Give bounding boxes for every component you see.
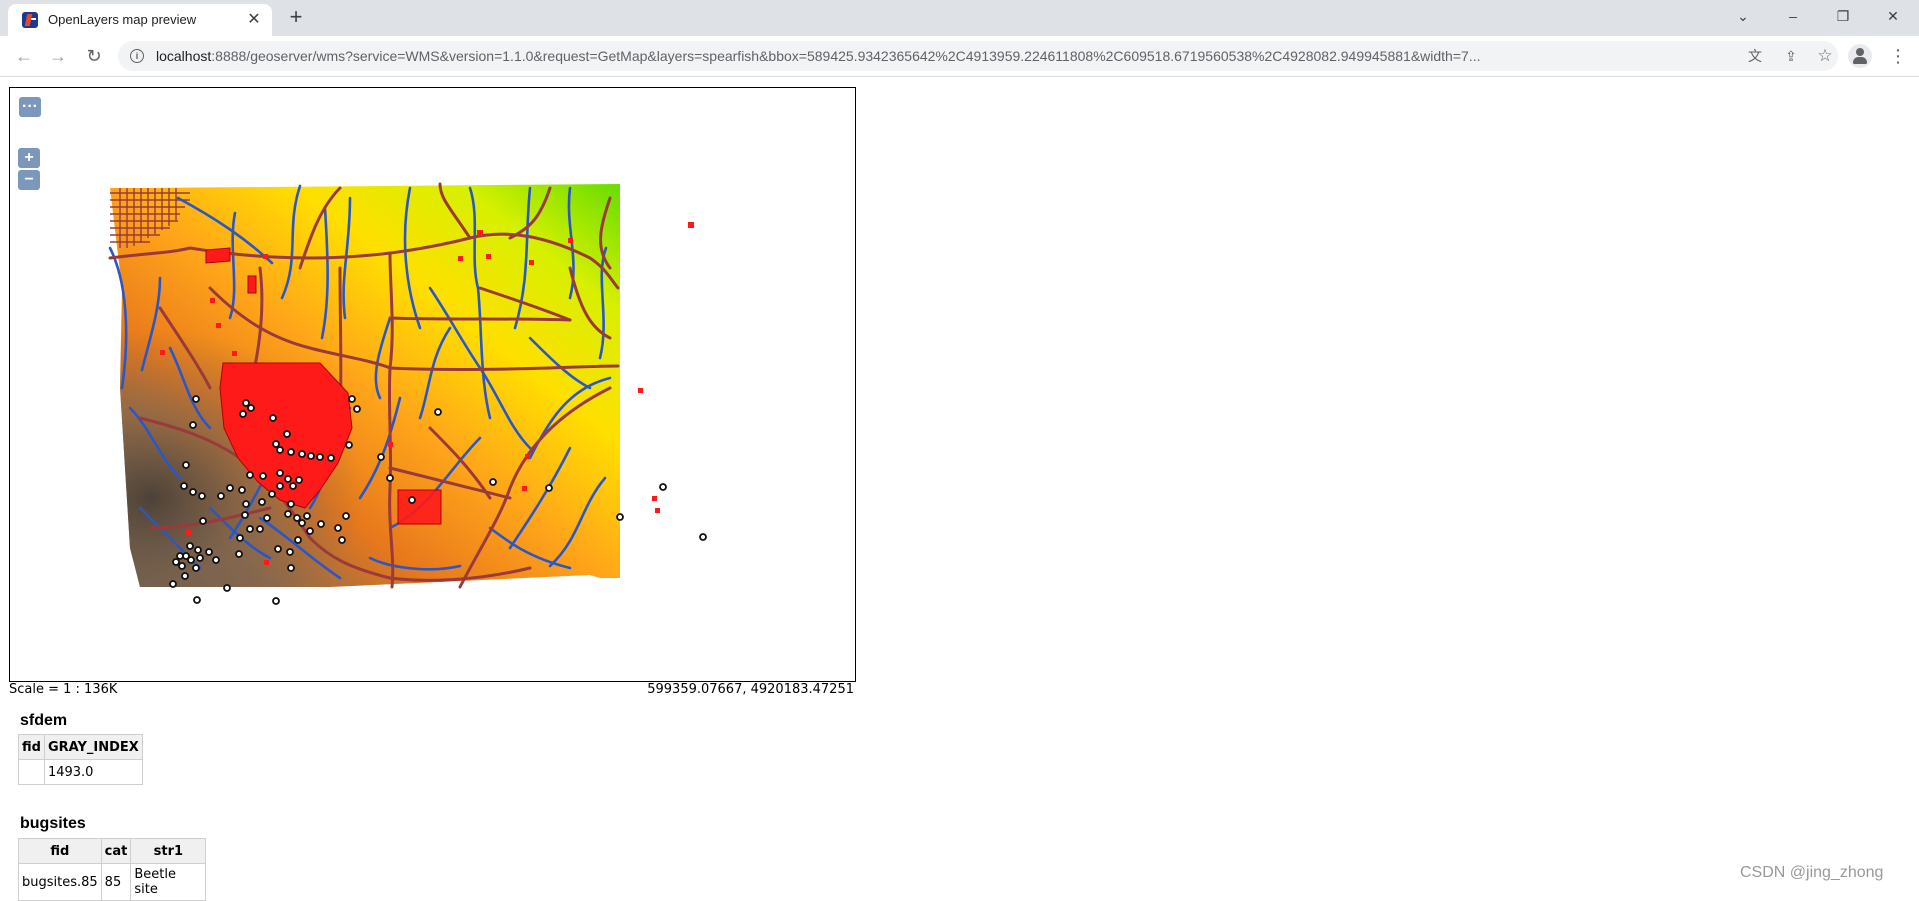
- layer-toolbar-toggle-button[interactable]: ···: [19, 97, 41, 117]
- reload-icon[interactable]: ↻: [82, 44, 106, 68]
- map-viewport[interactable]: ··· + −: [9, 87, 856, 682]
- tab-strip: OpenLayers map preview ✕ + ⌄ – ❐ ✕: [0, 0, 1919, 36]
- map-scale: Scale = 1 : 136K: [9, 682, 118, 697]
- watermark-text: CSDN @jing_zhong: [1740, 864, 1884, 881]
- profile-avatar-icon[interactable]: [1848, 44, 1872, 68]
- mouse-coordinates: 599359.07667, 4920183.47251: [647, 682, 854, 697]
- zoom-in-button[interactable]: +: [18, 148, 40, 168]
- feature-info-table-sfdem: fid GRAY_INDEX 1493.0: [18, 734, 143, 785]
- restricted-area-strip: [205, 247, 231, 264]
- close-window-button[interactable]: ✕: [1878, 4, 1908, 28]
- table-cell: 85: [100, 863, 132, 901]
- back-icon[interactable]: ←: [12, 44, 36, 68]
- table-cell: [18, 759, 45, 785]
- translate-icon[interactable]: 文: [1746, 47, 1764, 65]
- column-header: str1: [130, 838, 207, 864]
- feature-info-title-bugsites: bugsites: [20, 815, 86, 832]
- restricted-area-box: [397, 489, 442, 525]
- share-icon[interactable]: ⇪: [1782, 47, 1800, 65]
- zoom-out-button[interactable]: −: [18, 170, 40, 190]
- restricted-area-small: [247, 275, 257, 294]
- column-header: fid: [18, 734, 45, 760]
- column-header: cat: [100, 838, 132, 864]
- bookmark-star-icon[interactable]: ☆: [1816, 47, 1834, 65]
- feature-info-table-bugsites: fid cat str1 bugsites.85 85 Beetle site: [18, 838, 207, 901]
- url-path: :8888/geoserver/wms?service=WMS&version=…: [211, 48, 1481, 64]
- openlayers-favicon-icon: [22, 12, 38, 28]
- site-info-icon[interactable]: i: [130, 49, 144, 63]
- minimize-button[interactable]: –: [1778, 4, 1808, 28]
- tab-search-icon[interactable]: ⌄: [1728, 4, 1758, 28]
- table-row: 1493.0: [18, 759, 143, 785]
- close-tab-icon[interactable]: ✕: [244, 10, 264, 30]
- tab-title: OpenLayers map preview: [48, 12, 197, 27]
- browser-tab[interactable]: OpenLayers map preview ✕: [8, 4, 272, 36]
- column-header: GRAY_INDEX: [43, 734, 143, 760]
- url-host: localhost: [156, 48, 212, 64]
- map-canvas[interactable]: [10, 88, 855, 681]
- restore-button[interactable]: ❐: [1828, 4, 1858, 28]
- column-header: fid: [18, 838, 102, 864]
- table-cell: 1493.0: [43, 759, 143, 785]
- forward-icon[interactable]: →: [46, 44, 70, 68]
- table-cell: bugsites.85: [18, 863, 102, 901]
- url-text[interactable]: localhost:8888/geoserver/wms?service=WMS…: [156, 48, 1736, 64]
- new-tab-button[interactable]: +: [284, 6, 308, 30]
- table-row: bugsites.85 85 Beetle site: [18, 863, 207, 901]
- browser-menu-icon[interactable]: ⋮: [1888, 44, 1908, 68]
- browser-toolbar: ← → ↻ i localhost:8888/geoserver/wms?ser…: [0, 36, 1919, 77]
- table-header-row: fid cat str1: [18, 838, 207, 864]
- table-header-row: fid GRAY_INDEX: [18, 734, 143, 760]
- feature-info-title-sfdem: sfdem: [20, 712, 68, 729]
- address-bar[interactable]: i localhost:8888/geoserver/wms?service=W…: [118, 41, 1838, 71]
- table-cell: Beetle site: [130, 863, 207, 901]
